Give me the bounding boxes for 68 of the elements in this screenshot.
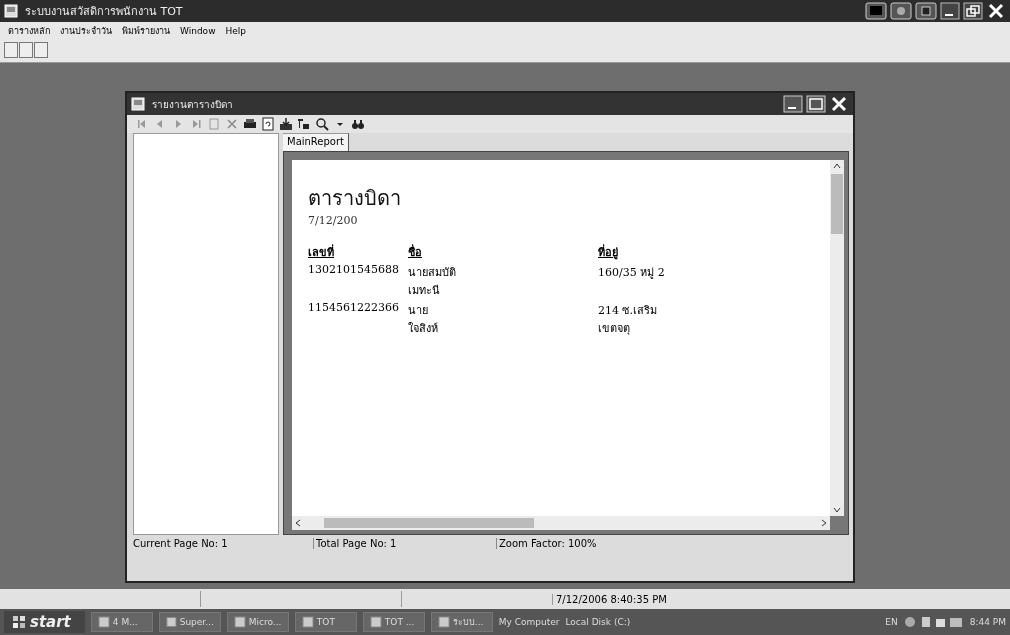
table-cell-text: ใจสิงห์ xyxy=(408,321,439,337)
report-date: 7/12/200 xyxy=(308,214,359,227)
status-text: Current Page No: 1 xyxy=(132,537,229,549)
menu-item[interactable]: Help xyxy=(225,26,247,36)
start-button[interactable]: start xyxy=(4,611,85,633)
tree-toggle-icon[interactable] xyxy=(297,117,311,131)
menu-item[interactable]: Window xyxy=(180,26,216,36)
column-header: เลขที่ xyxy=(308,243,335,261)
print-icon[interactable] xyxy=(243,117,257,131)
toolbar-button[interactable] xyxy=(34,42,48,58)
table-cell-text: นาย xyxy=(408,303,429,319)
table-cell-text: เมทะนี xyxy=(408,283,441,299)
window-title: รายงานตารางบิดา xyxy=(152,97,233,112)
window-icon xyxy=(165,616,177,628)
taskbar-button[interactable]: Super... xyxy=(158,612,221,632)
table-cell-text: เขตจตุ xyxy=(598,321,631,337)
scroll-thumb[interactable] xyxy=(324,518,534,528)
close-icon[interactable] xyxy=(986,2,1006,20)
language-indicator[interactable]: EN xyxy=(885,617,898,627)
find-icon[interactable] xyxy=(351,117,365,131)
toolbar-button[interactable] xyxy=(19,42,33,58)
window-icon xyxy=(233,616,246,628)
window-icon xyxy=(369,616,382,628)
scroll-thumb[interactable] xyxy=(831,174,843,234)
tray-icons[interactable] xyxy=(903,616,964,628)
taskbar-button[interactable]: TOT xyxy=(294,612,357,632)
report-tab[interactable]: MainReport xyxy=(283,133,350,151)
column-header: ที่อยู่ xyxy=(598,243,619,261)
horizontal-scrollbar[interactable] xyxy=(292,516,830,530)
table-cell-text: นายสมบัติ xyxy=(408,265,457,281)
minimize-icon[interactable] xyxy=(940,2,960,20)
taskbar-button[interactable]: 4 M... xyxy=(90,612,153,632)
taskbar-button[interactable]: TOT ... xyxy=(362,612,425,632)
app-icon xyxy=(131,97,145,111)
image-icon[interactable] xyxy=(890,2,912,20)
status-text: Zoom Factor: 100% xyxy=(496,537,679,549)
table-cell-text: 1302101545688 xyxy=(308,263,400,276)
menu-item[interactable]: ตารางหลัก xyxy=(8,24,50,38)
taskbar-button[interactable]: Micro... xyxy=(226,612,289,632)
app-icon xyxy=(4,4,18,18)
zoom-icon[interactable] xyxy=(315,117,329,131)
menu-item[interactable]: งานประจำวัน xyxy=(60,24,112,38)
window-icon xyxy=(437,616,450,628)
menu-item[interactable]: พิมพ์รายงาน xyxy=(122,24,170,38)
maximize-icon[interactable] xyxy=(806,95,826,113)
status-datetime: 7/12/2006 8:40:35 PM xyxy=(552,593,667,605)
window-icon xyxy=(301,616,314,628)
table-cell-text: 1154561222366 xyxy=(308,301,400,314)
column-header: ชื่อ xyxy=(408,243,423,261)
window-icon xyxy=(97,616,110,628)
taskbar-button[interactable]: ระบบ... xyxy=(430,612,493,632)
toolbar-button[interactable] xyxy=(4,42,18,58)
address-text[interactable]: Local Disk (C:) xyxy=(565,617,631,627)
monitor-icon[interactable] xyxy=(865,2,887,20)
window-title: ระบบงานสวัสดิการพนักงาน TOT xyxy=(25,4,183,20)
status-text: Total Page No: 1 xyxy=(313,537,496,549)
address-text[interactable]: My Computer xyxy=(498,617,560,627)
restore-icon[interactable] xyxy=(963,2,983,20)
minimize-icon[interactable] xyxy=(783,95,803,113)
table-cell-text: 160/35 หมู่ 2 xyxy=(598,265,666,281)
close-icon[interactable] xyxy=(829,95,849,113)
refresh-icon[interactable] xyxy=(261,117,275,131)
export-icon[interactable] xyxy=(279,117,293,131)
table-cell-text: 214 ซ.เสริม xyxy=(598,303,658,319)
windows-flag-icon xyxy=(12,615,26,629)
report-title: ตารางบิดา xyxy=(308,185,402,212)
vertical-scrollbar[interactable] xyxy=(830,160,844,516)
clock: 8:44 PM xyxy=(969,617,1006,627)
